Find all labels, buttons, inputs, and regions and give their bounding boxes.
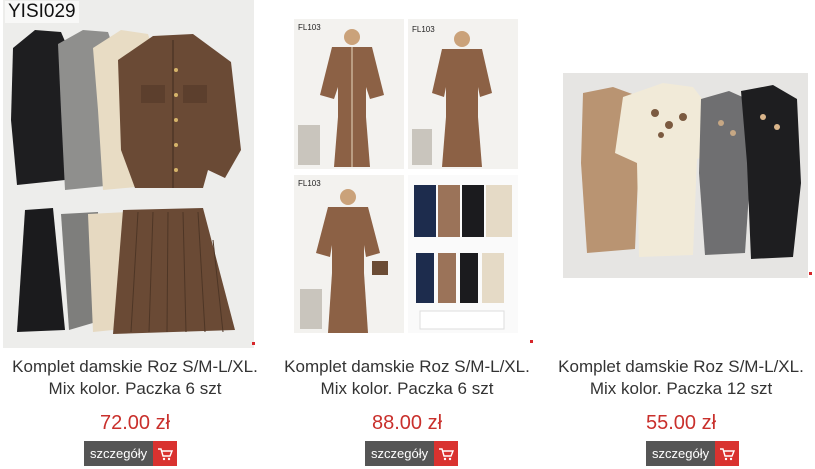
product-title-line1: Komplet damskie Roz S/M-L/XL. <box>558 357 804 376</box>
product-title[interactable]: Komplet damskie Roz S/M-L/XL. Mix kolor.… <box>546 356 815 400</box>
add-to-cart-button[interactable] <box>434 441 459 466</box>
details-button[interactable]: szczegóły <box>365 441 435 466</box>
product-title[interactable]: Komplet damskie Roz S/M-L/XL. Mix kolor.… <box>272 356 542 400</box>
product-grid: YISI029 Komplet damskie Roz S/M-L/XL. Mi… <box>0 0 815 469</box>
product-title-line1: Komplet damskie Roz S/M-L/XL. <box>12 357 258 376</box>
product-title-line2: Mix kolor. Paczka 6 szt <box>48 379 222 398</box>
product-card: YISI029 Komplet damskie Roz S/M-L/XL. Mi… <box>0 0 270 469</box>
product-photo-dresses <box>563 73 808 278</box>
product-image[interactable]: FL103 FL103 FL103 <box>292 17 520 335</box>
cart-icon <box>158 447 174 460</box>
product-photo-sweaters-skirts <box>3 0 254 348</box>
product-title-line2: Mix kolor. Paczka 12 szt <box>589 379 773 398</box>
product-title[interactable]: Komplet damskie Roz S/M-L/XL. Mix kolor.… <box>0 356 270 400</box>
product-code-label: YISI029 <box>5 1 79 23</box>
style-code-label: FL103 <box>298 179 321 188</box>
product-card: FL103 FL103 FL103 Komplet damskie Roz S/… <box>272 0 542 469</box>
product-price: 72.00 zł <box>99 412 171 434</box>
product-image[interactable]: YISI029 <box>3 0 254 348</box>
product-price: 88.00 zł <box>371 412 443 434</box>
product-title-line1: Komplet damskie Roz S/M-L/XL. <box>284 357 530 376</box>
details-actions: szczegóły <box>84 441 178 466</box>
cart-icon <box>439 447 455 460</box>
details-button[interactable]: szczegóły <box>84 441 154 466</box>
add-to-cart-button[interactable] <box>153 441 178 466</box>
style-code-label: FL103 <box>412 25 435 34</box>
details-actions: szczegóły <box>365 441 459 466</box>
add-to-cart-button[interactable] <box>715 441 740 466</box>
product-price: 55.00 zł <box>645 412 717 434</box>
details-actions: szczegóły <box>646 441 740 466</box>
product-card: Komplet damskie Roz S/M-L/XL. Mix kolor.… <box>546 0 815 469</box>
cart-icon <box>720 447 736 460</box>
product-title-line2: Mix kolor. Paczka 6 szt <box>320 379 494 398</box>
image-indicator-dot <box>530 340 533 343</box>
image-indicator-dot <box>252 342 255 345</box>
product-photo-collage <box>292 17 520 335</box>
image-indicator-dot <box>809 272 812 275</box>
style-code-label: FL103 <box>298 23 321 32</box>
product-image[interactable] <box>563 73 808 278</box>
details-button[interactable]: szczegóły <box>646 441 716 466</box>
